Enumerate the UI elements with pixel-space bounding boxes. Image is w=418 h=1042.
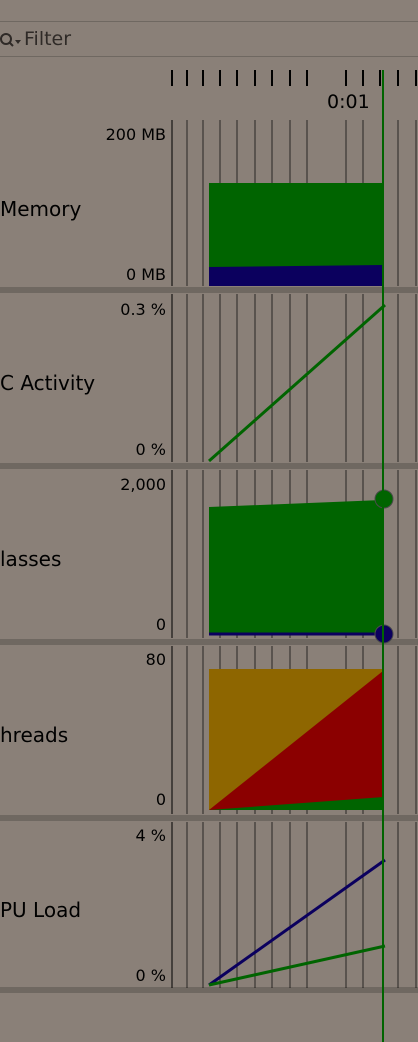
memory-title: Memory <box>0 197 82 221</box>
timeline-header: 0:01 <box>0 57 418 117</box>
gc-activity-scale-bottom: 0 % <box>135 440 166 459</box>
filter-input[interactable]: Filter <box>24 28 71 50</box>
cpu-load-scale-top: 4 % <box>135 826 166 845</box>
threads-scale-top: 80 <box>145 650 166 669</box>
classes-scale-top: 2,000 <box>120 475 166 494</box>
gc-activity-panel[interactable]: C Activity 0.3 % 0 % <box>0 293 418 463</box>
filter-bar[interactable]: Filter <box>0 21 418 57</box>
memory-panel[interactable]: Memory 200 MB 0 MB <box>0 117 418 287</box>
classes-scale-bottom: 0 <box>155 615 166 634</box>
threads-scale-bottom: 0 <box>155 790 166 809</box>
memory-scale-bottom: 0 MB <box>125 265 166 284</box>
search-icon[interactable] <box>0 31 22 49</box>
gc-activity-title: C Activity <box>0 371 96 395</box>
cpu-load-panel[interactable]: PU Load 4 % 0 % <box>0 821 418 991</box>
top-strip <box>0 0 418 21</box>
timeline-time-label: 0:01 <box>327 91 370 113</box>
gc-activity-scale-top: 0.3 % <box>120 300 166 319</box>
memory-scale-top: 200 MB <box>105 125 166 144</box>
threads-title: hreads <box>0 723 69 747</box>
monitoring-content: 0:01 Memory 200 MB 0 MB C Activity 0.3 %… <box>0 57 418 1042</box>
cpu-load-title: PU Load <box>0 898 82 922</box>
panel-divider[interactable] <box>0 987 418 993</box>
cpu-load-scale-bottom: 0 % <box>135 966 166 985</box>
threads-panel[interactable]: hreads 80 0 <box>0 645 418 815</box>
classes-title: lasses <box>0 547 62 571</box>
classes-panel[interactable]: lasses 2,000 0 <box>0 469 418 639</box>
